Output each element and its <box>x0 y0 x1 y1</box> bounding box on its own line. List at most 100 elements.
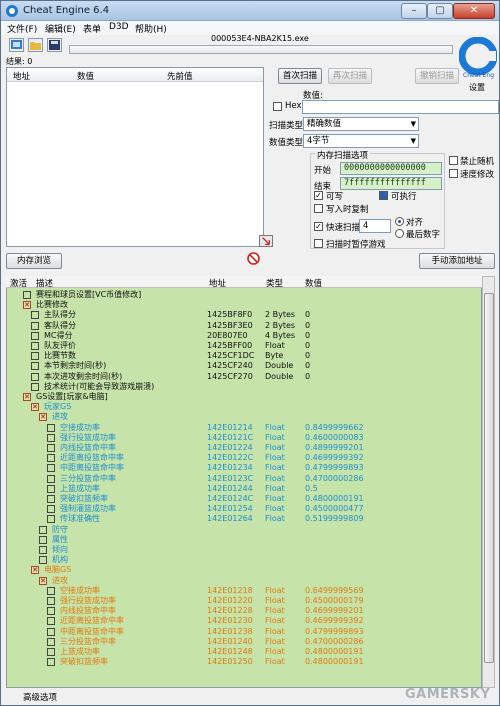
table-row[interactable]: 比赛节数 1425CF1DC Byte 0 <box>7 351 481 361</box>
scan-results-list[interactable]: 地址 数值 先前值 <box>6 67 264 247</box>
table-row[interactable]: 突破扣篮频率 142E01250 Float 0.4800000191 <box>7 657 481 667</box>
cheat-engine-logo-icon[interactable]: Cheat Eng <box>459 37 497 81</box>
first-scan-button[interactable]: 首次扫描 <box>278 68 322 84</box>
activate-checkbox[interactable] <box>31 342 39 350</box>
align-radio[interactable] <box>395 217 404 226</box>
value-input[interactable] <box>302 100 499 114</box>
table-row[interactable]: ✕ 进攻 <box>7 576 481 586</box>
minimize-button[interactable]: – <box>401 3 427 19</box>
activate-checkbox[interactable] <box>47 658 55 667</box>
col-type[interactable]: 类型 <box>266 277 283 289</box>
no-entry-icon[interactable] <box>247 252 260 265</box>
table-row[interactable]: 属性 <box>7 535 481 545</box>
undo-scan-button[interactable]: 撤销扫描 <box>415 68 459 84</box>
table-row[interactable]: 队友评价 1425BFF00 Float 0 <box>7 341 481 351</box>
activate-checkbox[interactable] <box>31 331 39 340</box>
menu-d3d[interactable]: D3D <box>109 22 129 32</box>
activate-checkbox[interactable] <box>39 556 47 565</box>
activate-checkbox[interactable] <box>47 597 55 605</box>
hex-checkbox[interactable] <box>273 102 282 111</box>
activate-checkbox[interactable] <box>47 648 55 656</box>
activate-checkbox[interactable] <box>47 495 55 503</box>
copy-on-write-checkbox[interactable] <box>314 204 323 213</box>
next-scan-button[interactable]: 再次扫描 <box>328 68 372 84</box>
table-row[interactable]: 内线投篮命中率 142E01228 Float 0.4699999201 <box>7 606 481 616</box>
table-row[interactable]: 突破扣篮频率 142E0124C Float 0.4800000191 <box>7 494 481 504</box>
col-description[interactable]: 描述 <box>36 277 53 289</box>
activate-checkbox[interactable] <box>31 382 39 391</box>
address-table[interactable]: 赛程和球员设置[VC币值修改] ✕ 比赛修改 主队得分 1425BF8F0 2 Bytes… <box>6 276 482 688</box>
table-row[interactable]: 机构 <box>7 555 481 565</box>
advanced-options-link[interactable]: 高级选项 <box>23 691 57 703</box>
table-row[interactable]: 空接成功率 142E01214 Float 0.8499999662 <box>7 423 481 433</box>
activate-checkbox[interactable] <box>23 291 31 299</box>
table-row[interactable]: 上篮成功率 142E01248 Float 0.4800000191 <box>7 647 481 657</box>
start-address-input[interactable]: 0000000000000000 <box>340 162 442 175</box>
group-toggle-checkbox[interactable]: ✕ <box>23 301 31 310</box>
col-value[interactable]: 数值 <box>77 70 94 82</box>
table-row[interactable]: ✕ 进攻 <box>7 412 481 422</box>
table-row[interactable]: 空接成功率 142E01218 Float 0.6499999569 <box>7 586 481 596</box>
col-value[interactable]: 数值 <box>305 277 322 289</box>
address-table-scrollbar[interactable] <box>482 276 495 688</box>
activate-checkbox[interactable] <box>31 372 39 381</box>
menu-file[interactable]: 文件(F) <box>7 22 37 35</box>
table-row[interactable]: 主队得分 1425BF8F0 2 Bytes 0 <box>7 310 481 320</box>
close-button[interactable]: ✕ <box>453 3 495 19</box>
activate-checkbox[interactable] <box>47 474 55 483</box>
activate-checkbox[interactable] <box>47 586 55 595</box>
activate-checkbox[interactable] <box>47 515 55 524</box>
col-address[interactable]: 地址 <box>209 277 226 289</box>
writable-checkbox[interactable]: ✓ <box>314 191 323 200</box>
activate-checkbox[interactable] <box>47 464 55 473</box>
disable-random-checkbox[interactable] <box>449 156 458 165</box>
activate-checkbox[interactable] <box>47 484 55 493</box>
group-toggle-checkbox[interactable]: ✕ <box>31 403 39 412</box>
settings-link[interactable]: 设置 <box>469 82 485 93</box>
table-row[interactable]: 技术统计(可能会导致游戏崩溃) <box>7 382 481 392</box>
table-row[interactable]: 本次进攻剩余时间(秒) 1425CF270 Double 0 <box>7 372 481 382</box>
activate-checkbox[interactable] <box>31 352 39 361</box>
activate-checkbox[interactable] <box>47 607 55 616</box>
table-row[interactable]: ✕ 电脑GS <box>7 565 481 575</box>
table-row[interactable]: 本节剩余时间(秒) 1425CF240 Double 0 <box>7 361 481 371</box>
title-bar[interactable]: Cheat Engine 6.4 – ▢ ✕ <box>1 1 499 21</box>
pause-game-checkbox[interactable] <box>314 239 323 248</box>
menu-help[interactable]: 帮助(H) <box>135 22 167 35</box>
activate-checkbox[interactable] <box>47 505 55 514</box>
activate-checkbox[interactable] <box>39 525 47 534</box>
activate-checkbox[interactable] <box>31 321 39 330</box>
memory-view-button[interactable]: 内存浏览 <box>6 253 62 269</box>
table-row[interactable]: 近距离投篮命中率 142E01230 Float 0.4699999392 <box>7 616 481 626</box>
pointer-arrow-icon[interactable] <box>259 235 273 247</box>
maximize-button[interactable]: ▢ <box>427 3 453 19</box>
activate-checkbox[interactable] <box>47 454 55 463</box>
last-digits-radio[interactable] <box>395 229 404 238</box>
add-address-manually-button[interactable]: 手动添加地址 <box>419 253 495 269</box>
menu-table[interactable]: 表单 <box>83 22 101 35</box>
group-toggle-checkbox[interactable]: ✕ <box>23 393 31 401</box>
group-toggle-checkbox[interactable]: ✕ <box>39 413 47 422</box>
table-row[interactable]: 中距离投篮命中率 142E01238 Float 0.4799999893 <box>7 627 481 637</box>
table-row[interactable]: 倾向 <box>7 545 481 555</box>
group-toggle-checkbox[interactable]: ✕ <box>39 576 47 585</box>
col-previous[interactable]: 先前值 <box>167 70 193 82</box>
activate-checkbox[interactable] <box>47 433 55 442</box>
activate-checkbox[interactable] <box>39 546 47 554</box>
activate-checkbox[interactable] <box>31 362 39 371</box>
table-row[interactable]: MC得分 20E807E0 4 Bytes 0 <box>7 331 481 341</box>
table-row[interactable]: 传球准确性 142E01264 Float 0.5199999809 <box>7 514 481 524</box>
group-toggle-checkbox[interactable]: ✕ <box>31 566 39 575</box>
fast-scan-alignment-input[interactable]: 4 <box>359 219 391 233</box>
col-address[interactable]: 地址 <box>13 70 30 82</box>
activate-checkbox[interactable] <box>47 627 55 636</box>
table-row[interactable]: 赛程和球员设置[VC币值修改] <box>7 290 481 300</box>
activate-checkbox[interactable] <box>47 617 55 626</box>
table-row[interactable]: ✕ GS设置[玩家&电脑] <box>7 392 481 402</box>
table-row[interactable]: ✕ 玩家GS <box>7 402 481 412</box>
table-row[interactable]: 强行投篮成功率 142E0121C Float 0.4600000083 <box>7 433 481 443</box>
table-row[interactable]: 三分投篮命中率 142E0123C Float 0.4700000286 <box>7 474 481 484</box>
open-file-icon[interactable] <box>28 38 43 52</box>
end-address-input[interactable]: 7fffffffffffffff <box>340 177 442 190</box>
table-row[interactable]: 防守 <box>7 525 481 535</box>
